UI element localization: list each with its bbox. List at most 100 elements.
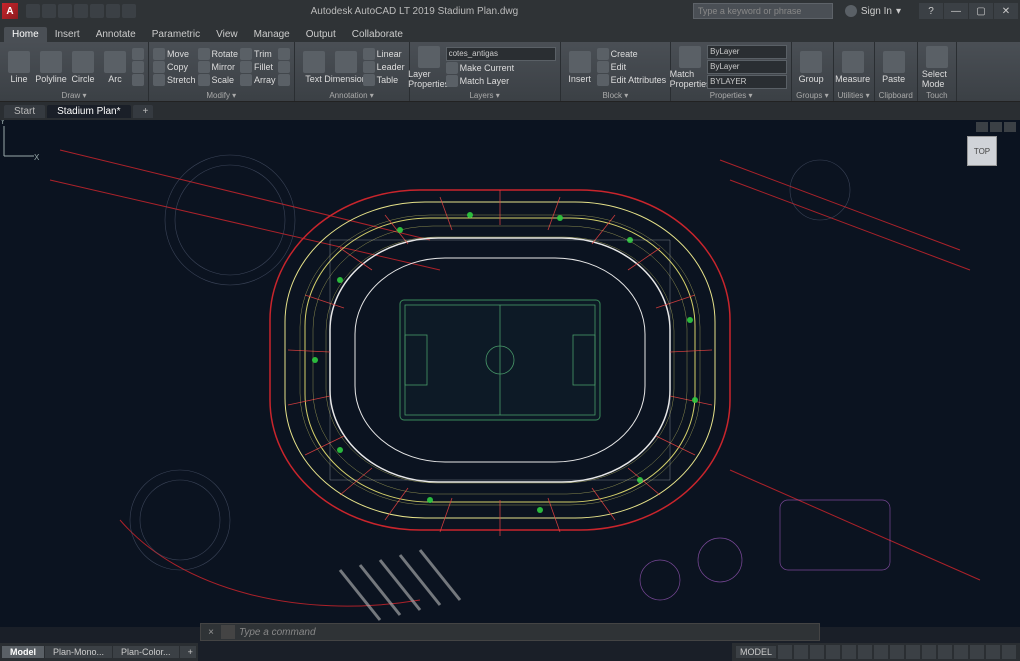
measure-button[interactable]: Measure bbox=[838, 51, 868, 84]
layer-properties-button[interactable]: Layer Properties bbox=[414, 46, 444, 89]
otrack-toggle-icon[interactable] bbox=[858, 645, 872, 659]
window-help-button[interactable]: ? bbox=[919, 3, 943, 19]
app-logo[interactable]: A bbox=[2, 3, 18, 19]
trim-button[interactable]: Trim bbox=[240, 48, 276, 60]
qat-open-icon[interactable] bbox=[42, 4, 56, 18]
hardware-accel-icon[interactable] bbox=[970, 645, 984, 659]
move-icon bbox=[153, 48, 165, 60]
window-close-button[interactable]: ✕ bbox=[994, 3, 1018, 19]
grid-toggle-icon[interactable] bbox=[778, 645, 792, 659]
ortho-toggle-icon[interactable] bbox=[810, 645, 824, 659]
doc-tab-start[interactable]: Start bbox=[4, 105, 45, 118]
osnap-toggle-icon[interactable] bbox=[842, 645, 856, 659]
lineweight-toggle-icon[interactable] bbox=[874, 645, 888, 659]
model-space-button[interactable]: MODEL bbox=[736, 646, 776, 658]
panel-draw-label[interactable]: Draw ▾ bbox=[4, 90, 144, 100]
line-button[interactable]: Line bbox=[4, 51, 34, 84]
panel-groups-label[interactable]: Groups ▾ bbox=[796, 90, 828, 100]
panel-layers-label[interactable]: Layers ▾ bbox=[414, 90, 556, 100]
customization-icon[interactable] bbox=[1002, 645, 1016, 659]
layout-tab-mono[interactable]: Plan-Mono... bbox=[45, 646, 112, 658]
create-block-button[interactable]: Create bbox=[597, 48, 667, 60]
move-button[interactable]: Move bbox=[153, 48, 196, 60]
qat-undo-icon[interactable] bbox=[106, 4, 120, 18]
qat-plot-icon[interactable] bbox=[90, 4, 104, 18]
erase-icon[interactable] bbox=[278, 74, 290, 86]
polar-toggle-icon[interactable] bbox=[826, 645, 840, 659]
panel-properties-label[interactable]: Properties ▾ bbox=[675, 90, 787, 100]
polyline-button[interactable]: Polyline bbox=[36, 51, 66, 84]
clean-screen-icon[interactable] bbox=[986, 645, 1000, 659]
annotation-scale-icon[interactable] bbox=[906, 645, 920, 659]
stretch-button[interactable]: Stretch bbox=[153, 74, 196, 86]
rectangle-icon[interactable] bbox=[132, 48, 144, 60]
tab-collaborate[interactable]: Collaborate bbox=[344, 27, 411, 42]
sign-in-button[interactable]: Sign In ▾ bbox=[845, 5, 901, 17]
fillet-button[interactable]: Fillet bbox=[240, 61, 276, 73]
panel-modify-label[interactable]: Modify ▾ bbox=[153, 90, 290, 100]
layout-tab-color[interactable]: Plan-Color... bbox=[113, 646, 179, 658]
hatch-icon[interactable] bbox=[132, 61, 144, 73]
rotate-button[interactable]: Rotate bbox=[198, 48, 239, 60]
scale-button[interactable]: Scale bbox=[198, 74, 239, 86]
color-select[interactable]: ByLayer bbox=[707, 45, 787, 59]
ellipse-icon[interactable] bbox=[132, 74, 144, 86]
drawing-canvas[interactable]: TOP Y X bbox=[0, 120, 1020, 627]
panel-block-label[interactable]: Block ▾ bbox=[565, 90, 667, 100]
edit-attributes-button[interactable]: Edit Attributes bbox=[597, 74, 667, 86]
linear-button[interactable]: Linear bbox=[363, 48, 405, 60]
tab-parametric[interactable]: Parametric bbox=[144, 27, 208, 42]
add-layout-button[interactable]: + bbox=[180, 646, 196, 658]
select-mode-button[interactable]: Select Mode bbox=[922, 46, 952, 89]
new-doc-tab-button[interactable]: + bbox=[133, 105, 153, 118]
isolate-objects-icon[interactable] bbox=[954, 645, 968, 659]
doc-tab-stadium[interactable]: Stadium Plan* bbox=[47, 105, 130, 118]
current-layer-select[interactable]: cotes_antigas bbox=[446, 47, 556, 61]
help-search-input[interactable]: Type a keyword or phrase bbox=[693, 3, 833, 19]
view-cube-face[interactable]: TOP bbox=[967, 136, 997, 166]
table-button[interactable]: Table bbox=[363, 74, 405, 86]
transparency-toggle-icon[interactable] bbox=[890, 645, 904, 659]
tab-insert[interactable]: Insert bbox=[47, 27, 88, 42]
workspace-icon[interactable] bbox=[922, 645, 936, 659]
edit-block-button[interactable]: Edit bbox=[597, 61, 667, 73]
cmd-close-icon[interactable]: × bbox=[205, 627, 217, 638]
panel-annotation-label[interactable]: Annotation ▾ bbox=[299, 90, 405, 100]
mirror-button[interactable]: Mirror bbox=[198, 61, 239, 73]
window-maximize-button[interactable]: ▢ bbox=[969, 3, 993, 19]
array-button[interactable]: Array bbox=[240, 74, 276, 86]
tab-manage[interactable]: Manage bbox=[246, 27, 298, 42]
leader-button[interactable]: Leader bbox=[363, 61, 405, 73]
tab-annotate[interactable]: Annotate bbox=[88, 27, 144, 42]
tab-view[interactable]: View bbox=[208, 27, 246, 42]
snap-toggle-icon[interactable] bbox=[794, 645, 808, 659]
qat-saveas-icon[interactable] bbox=[74, 4, 88, 18]
view-cube[interactable]: TOP bbox=[958, 128, 1006, 176]
circle-button[interactable]: Circle bbox=[68, 51, 98, 84]
tab-output[interactable]: Output bbox=[298, 27, 344, 42]
lineweight-select[interactable]: ByLayer bbox=[707, 60, 787, 74]
cmd-input[interactable]: Type a command bbox=[239, 627, 316, 638]
qat-new-icon[interactable] bbox=[26, 4, 40, 18]
window-minimize-button[interactable]: — bbox=[944, 3, 968, 19]
copy-button[interactable]: Copy bbox=[153, 61, 196, 73]
panel-utilities-label[interactable]: Utilities ▾ bbox=[838, 90, 870, 100]
dimension-button[interactable]: Dimension bbox=[331, 51, 361, 84]
paste-button[interactable]: Paste bbox=[879, 51, 909, 84]
insert-button[interactable]: Insert bbox=[565, 51, 595, 84]
qat-redo-icon[interactable] bbox=[122, 4, 136, 18]
make-current-button[interactable]: Make Current bbox=[446, 62, 556, 74]
polyline-icon bbox=[40, 51, 62, 73]
arc-button[interactable]: Arc bbox=[100, 51, 130, 84]
command-line[interactable]: × Type a command bbox=[200, 623, 820, 641]
explode-icon[interactable] bbox=[278, 48, 290, 60]
annotation-monitor-icon[interactable] bbox=[938, 645, 952, 659]
match-properties-button[interactable]: Match Properties bbox=[675, 46, 705, 89]
group-button[interactable]: Group bbox=[796, 51, 826, 84]
model-tab[interactable]: Model bbox=[2, 646, 44, 658]
tab-home[interactable]: Home bbox=[4, 27, 47, 42]
match-layer-button[interactable]: Match Layer bbox=[446, 75, 556, 87]
qat-save-icon[interactable] bbox=[58, 4, 72, 18]
linetype-select[interactable]: BYLAYER bbox=[707, 75, 787, 89]
offset-icon[interactable] bbox=[278, 61, 290, 73]
